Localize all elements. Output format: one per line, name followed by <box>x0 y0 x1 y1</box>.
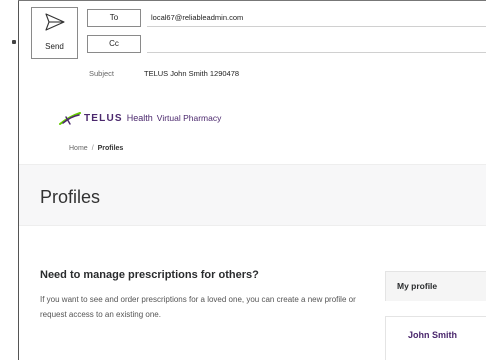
subject-field[interactable]: TELUS John Smith 1290478 <box>144 69 239 78</box>
manage-others-text: If you want to see and order prescriptio… <box>40 295 356 319</box>
email-compose-header: Send To local67@reliableadmin.com Cc Sub… <box>19 1 486 78</box>
to-button[interactable]: To <box>87 9 141 27</box>
my-profile-tab[interactable]: My profile <box>385 271 486 301</box>
telus-swoosh-icon <box>59 112 81 125</box>
breadcrumb-current: Profiles <box>97 145 124 152</box>
send-icon <box>45 13 65 31</box>
brand-name: TELUS <box>84 112 123 124</box>
window-margin <box>0 0 19 360</box>
telus-health-logo[interactable]: TELUS Health Virtual Pharmacy <box>59 110 221 126</box>
cc-field[interactable] <box>147 35 486 53</box>
breadcrumb-separator: / <box>91 145 94 152</box>
profile-card-john-smith[interactable]: John Smith <box>385 316 486 360</box>
manage-others-heading: Need to manage prescriptions for others? <box>40 269 259 281</box>
to-field[interactable]: local67@reliableadmin.com <box>147 9 486 27</box>
subject-label: Subject <box>89 69 115 78</box>
breadcrumb-home-link[interactable]: Home <box>69 145 88 152</box>
cc-button[interactable]: Cc <box>87 35 141 53</box>
page-title: Profiles <box>40 187 101 207</box>
send-button[interactable]: Send <box>31 7 78 59</box>
brand-product: Virtual Pharmacy <box>156 113 222 123</box>
email-body-page: TELUS Health Virtual Pharmacy Home / Profi… <box>19 80 486 360</box>
window-marker <box>12 40 16 44</box>
brand-health: Health <box>126 113 153 123</box>
breadcrumb: Home / Profiles <box>69 145 123 152</box>
send-label: Send <box>45 42 64 51</box>
